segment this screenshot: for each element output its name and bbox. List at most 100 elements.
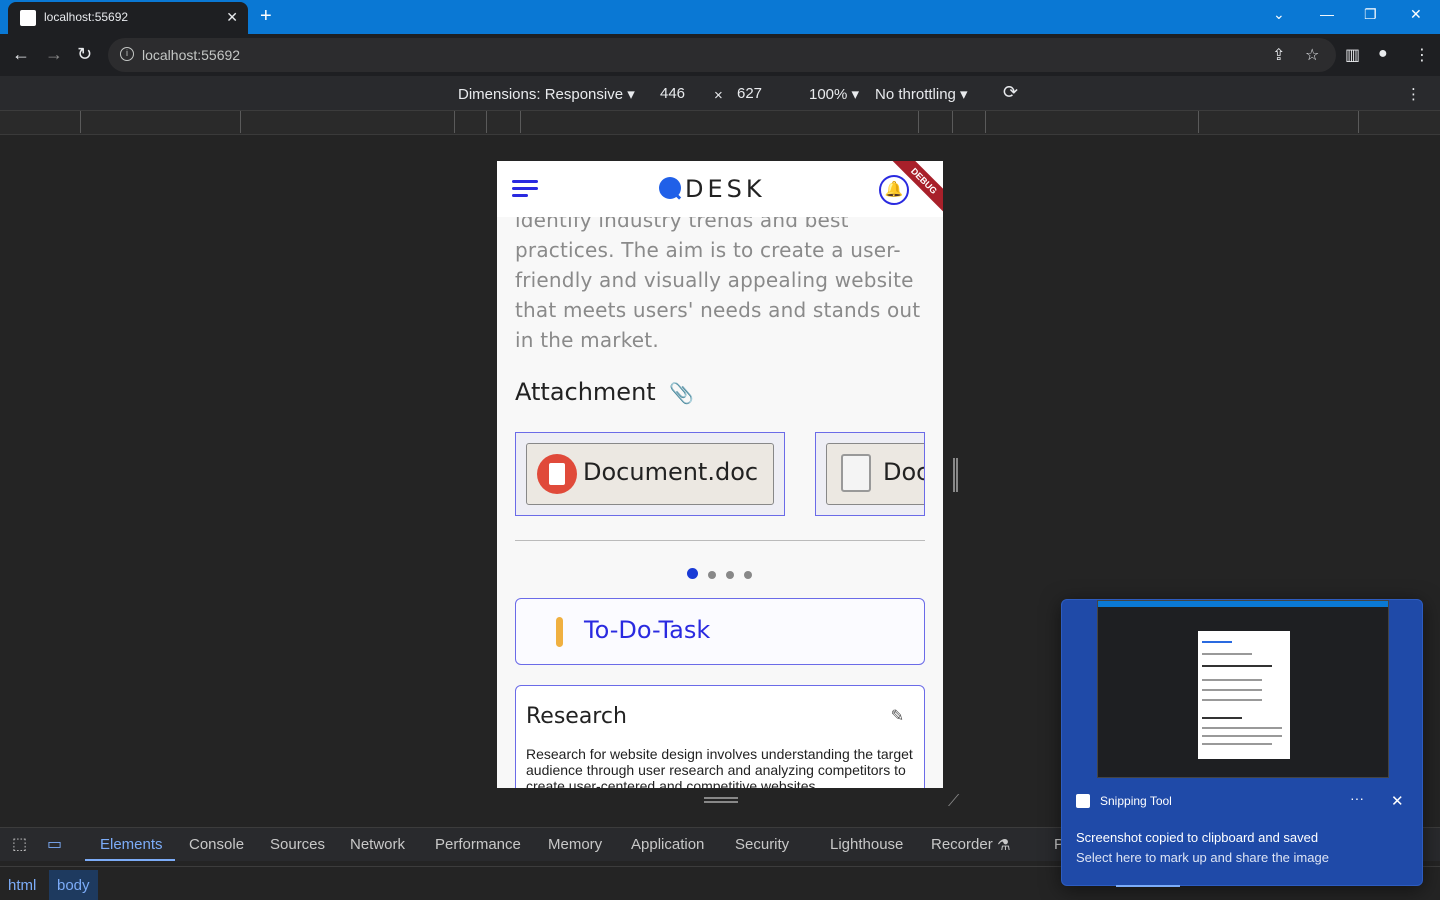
paperclip-icon[interactable]: 📎: [669, 381, 694, 406]
media-query-ruler: [0, 111, 1440, 135]
tab-performance[interactable]: Performance: [435, 836, 521, 853]
dimension-separator: ×: [714, 87, 723, 104]
status-marker: [556, 617, 563, 647]
menu-icon[interactable]: [512, 180, 538, 198]
logo-text: DESK: [685, 175, 766, 203]
thumbnail-line: [1202, 717, 1242, 719]
toast-progress-bar: [1116, 885, 1180, 887]
reload-icon[interactable]: ↻: [77, 44, 92, 65]
file-icon: [841, 454, 871, 492]
snipping-tool-icon: [1076, 794, 1090, 808]
app-bar: DESK 🔔 DEBUG: [497, 161, 943, 219]
task-body: Research for website design involves und…: [526, 746, 913, 788]
window-close-icon[interactable]: ✕: [1410, 6, 1422, 23]
attachment-name: Document.doc: [583, 458, 759, 486]
notification-bell-icon[interactable]: 🔔: [879, 175, 909, 205]
thumbnail-line: [1202, 653, 1252, 655]
attachment-card[interactable]: Doc: [815, 432, 925, 516]
todo-task-section[interactable]: To-Do-Task: [515, 598, 925, 665]
ruler-tick: [240, 111, 241, 133]
tab-recorder[interactable]: Recorder: [931, 836, 993, 853]
carousel-dot[interactable]: [687, 568, 698, 579]
breadcrumb-html[interactable]: html: [0, 870, 44, 900]
thumbnail-line: [1202, 699, 1262, 701]
attachment-chip[interactable]: Doc: [826, 443, 924, 505]
ruler-tick: [1198, 111, 1199, 133]
site-info-icon[interactable]: i: [120, 47, 134, 61]
tab-sources[interactable]: Sources: [270, 836, 325, 853]
device-viewport: DESK 🔔 DEBUG identify industry trends an…: [497, 161, 943, 788]
tab-elements[interactable]: Elements: [100, 836, 163, 853]
side-panel-icon[interactable]: ▥: [1345, 45, 1360, 65]
minimize-icon[interactable]: —: [1320, 6, 1334, 22]
toast-message: Screenshot copied to clipboard and saved: [1076, 830, 1319, 845]
edit-pencil-icon[interactable]: ✎: [891, 706, 904, 726]
toast-app-name: Snipping Tool: [1100, 794, 1172, 808]
tab-title: localhost:55692: [44, 10, 129, 24]
carousel-dot[interactable]: [726, 571, 734, 579]
width-input[interactable]: 446: [660, 85, 685, 102]
forward-icon[interactable]: →: [45, 44, 63, 65]
attachment-heading: Attachment: [515, 378, 656, 406]
tab-memory[interactable]: Memory: [548, 836, 602, 853]
browser-menu-icon[interactable]: ⋮: [1414, 45, 1430, 65]
tab-network[interactable]: Network: [350, 836, 405, 853]
viewport-resize-corner-icon[interactable]: ⟋: [948, 793, 959, 811]
task-card[interactable]: Research ✎ Research for website design i…: [515, 685, 925, 788]
active-tab-underline: [85, 859, 175, 861]
zoom-select[interactable]: 100% ▾: [809, 85, 859, 103]
inspect-element-icon[interactable]: ⬚: [12, 834, 27, 854]
tab-search-chevron-icon[interactable]: ⌄: [1273, 6, 1285, 23]
thumbnail-line: [1202, 641, 1232, 643]
thumbnail-line: [1202, 665, 1272, 667]
height-input[interactable]: 627: [737, 85, 762, 102]
screenshot-thumbnail[interactable]: [1097, 600, 1389, 778]
url-text[interactable]: localhost:55692: [142, 47, 240, 63]
thumbnail-line: [1202, 689, 1262, 691]
browser-title-bar: localhost:55692 ✕ + ⌄ — ❐ ✕: [0, 0, 1440, 34]
search-logo-icon: [659, 177, 681, 199]
more-options-icon[interactable]: ···: [1350, 790, 1364, 806]
tab-lighthouse[interactable]: Lighthouse: [830, 836, 903, 853]
dimensions-select[interactable]: Dimensions: Responsive ▾: [458, 85, 635, 103]
rotate-icon[interactable]: ⟳: [1003, 82, 1018, 103]
attachment-chip[interactable]: Document.doc: [526, 443, 774, 505]
ruler-tick: [454, 111, 455, 133]
omnibox[interactable]: i localhost:55692: [108, 38, 1336, 72]
toast-close-icon[interactable]: ✕: [1391, 792, 1404, 810]
device-toggle-icon[interactable]: ▭: [47, 834, 62, 854]
device-toolbar: Dimensions: Responsive ▾ 446 × 627 100% …: [0, 76, 1440, 111]
breadcrumb-body[interactable]: body: [49, 870, 98, 900]
tab-application[interactable]: Application: [631, 836, 704, 853]
restore-icon[interactable]: ❐: [1364, 6, 1377, 23]
address-toolbar: ← → ↻ i localhost:55692 ⇪ ☆ ▥ ● ⋮: [0, 34, 1440, 76]
toast-submessage: Select here to mark up and share the ima…: [1076, 850, 1329, 865]
flask-icon: ⚗: [997, 837, 1011, 854]
bookmark-star-icon[interactable]: ☆: [1305, 45, 1319, 65]
throttling-label: No throttling: [875, 86, 956, 103]
thumbnail-line: [1202, 727, 1282, 729]
task-title: Research: [526, 704, 627, 729]
attachment-card[interactable]: Document.doc: [515, 432, 785, 516]
todo-task-label: To-Do-Task: [584, 616, 711, 644]
tab-security[interactable]: Security: [735, 836, 789, 853]
ruler-tick: [1358, 111, 1359, 133]
tab-console[interactable]: Console: [189, 836, 244, 853]
back-icon[interactable]: ←: [12, 44, 30, 65]
browser-tab[interactable]: localhost:55692 ✕: [8, 2, 248, 34]
snipping-tool-notification[interactable]: Snipping Tool ··· ✕ Screenshot copied to…: [1061, 599, 1423, 887]
new-tab-button[interactable]: +: [260, 5, 272, 28]
tab-close-icon[interactable]: ✕: [226, 9, 238, 26]
throttling-select[interactable]: No throttling ▾: [875, 85, 968, 103]
thumbnail-line: [1202, 743, 1272, 745]
task-description: identify industry trends and best practi…: [515, 208, 921, 352]
carousel-dot[interactable]: [744, 571, 752, 579]
device-toolbar-menu-icon[interactable]: ⋮: [1406, 85, 1421, 103]
share-icon[interactable]: ⇪: [1272, 45, 1285, 65]
thumbnail-line: [1202, 735, 1282, 737]
profile-icon[interactable]: ●: [1378, 45, 1388, 63]
viewport-resize-handle-right[interactable]: [953, 458, 958, 492]
viewport-resize-handle-bottom[interactable]: [704, 797, 738, 803]
ruler-tick: [918, 111, 919, 133]
carousel-dot[interactable]: [708, 571, 716, 579]
